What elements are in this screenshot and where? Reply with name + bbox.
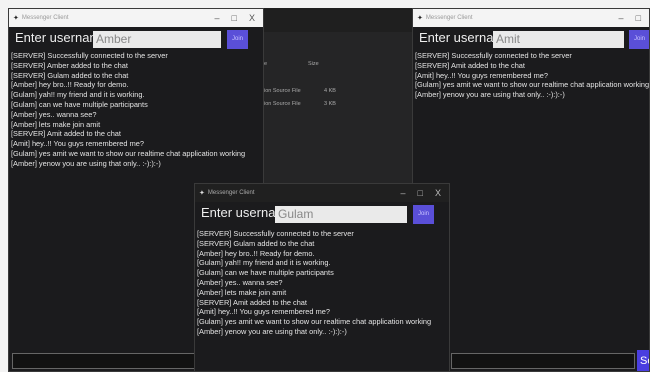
chat-message: [SERVER] Gulam added to the chat (197, 238, 315, 248)
maximize-button[interactable]: □ (418, 188, 423, 198)
chat-message: [Amber] yes.. wanna see? (11, 109, 97, 119)
window-titlebar[interactable]: ✦ Messenger Client – □ X (9, 9, 263, 27)
chat-message: [SERVER] Amber added to the chat (11, 60, 128, 70)
explorer-row-type[interactable]: ion Source File (264, 101, 301, 107)
chat-message: [Gulam] yah!! my friend and it is workin… (197, 258, 331, 268)
chat-message: [Gulam] yes amit we want to show our rea… (197, 317, 432, 327)
explorer-row-size[interactable]: 3 KB (324, 101, 336, 107)
close-button[interactable]: X (435, 188, 441, 198)
maximize-button[interactable]: □ (636, 13, 641, 23)
explorer-row-size[interactable]: 4 KB (324, 88, 336, 94)
chat-message: [Amber] lets make join amit (197, 287, 287, 297)
window-title: Messenger Client (21, 15, 69, 21)
join-button[interactable]: Join (629, 30, 649, 49)
chat-message: [Amber] hey bro..!! Ready for demo. (11, 80, 129, 90)
window-title: Messenger Client (207, 190, 255, 196)
username-input[interactable]: Amber (93, 31, 221, 48)
username-row: Enter username: Gulam Join (195, 202, 449, 228)
chat-message: [SERVER] Amit added to the chat (415, 60, 525, 70)
app-feather-icon: ✦ (417, 15, 423, 22)
maximize-button[interactable]: □ (232, 13, 237, 23)
send-button[interactable]: Se (637, 350, 649, 371)
chat-message: [SERVER] Successfully connected to the s… (415, 51, 572, 60)
chat-message: [SERVER] Amit added to the chat (197, 297, 307, 307)
chat-message: [Amber] yenow you are using that only.. … (11, 158, 161, 168)
close-button[interactable]: X (249, 13, 255, 23)
chat-message: [SERVER] Successfully connected to the s… (11, 51, 168, 60)
app-feather-icon: ✦ (13, 15, 19, 22)
app-feather-icon: ✦ (199, 190, 205, 197)
chat-message: [Gulam] yes amit we want to show our rea… (11, 148, 246, 158)
chat-message: [Gulam] can we have multiple participant… (197, 268, 334, 278)
explorer-header-type: e (264, 61, 268, 67)
chat-message: [Amber] yes.. wanna see? (197, 277, 283, 287)
minimize-button[interactable]: – (215, 13, 220, 23)
chat-log: [SERVER] Successfully connected to the s… (197, 229, 431, 337)
join-button[interactable]: Join (227, 30, 248, 49)
username-row: Enter username: Amber Join (9, 27, 263, 53)
file-explorer-background: e Size ion Source File 4 KB ion Source F… (262, 8, 412, 183)
window-titlebar[interactable]: ✦ Messenger Client – □ X (195, 184, 449, 202)
explorer-row-type[interactable]: ion Source File (264, 88, 301, 94)
chat-message: [Amber] yenow you are using that only.. … (415, 90, 565, 100)
username-input[interactable]: Gulam (275, 206, 407, 223)
chat-message: [Gulam] yes amit we want to show our rea… (415, 80, 650, 90)
explorer-toolbar (262, 8, 412, 32)
chat-message: [Amit] hey..!! You guys remembered me? (197, 307, 330, 317)
chat-message: [Amit] hey..!! You guys remembered me? (415, 70, 548, 80)
username-row: Enter username: Amit Join (413, 27, 649, 53)
chat-message: [Amber] yenow you are using that only.. … (197, 326, 347, 336)
window-title: Messenger Client (425, 15, 473, 21)
message-input[interactable] (451, 353, 635, 369)
chat-message: [SERVER] Amit added to the chat (11, 129, 121, 139)
explorer-header-size: Size (308, 61, 319, 67)
chat-message: [SERVER] Gulam added to the chat (11, 70, 129, 80)
window-titlebar[interactable]: ✦ Messenger Client – □ (413, 9, 649, 27)
chat-message: [SERVER] Successfully connected to the s… (197, 229, 354, 238)
username-input[interactable]: Amit (493, 31, 624, 48)
join-button[interactable]: Join (413, 205, 434, 224)
chat-log: [SERVER] Successfully connected to the s… (415, 51, 649, 100)
chat-message: [Amber] lets make join amit (11, 119, 101, 129)
chat-window-gulam: ✦ Messenger Client – □ X Enter username:… (194, 183, 450, 372)
chat-message: [Amber] hey bro..!! Ready for demo. (197, 248, 315, 258)
chat-message: [Gulam] can we have multiple participant… (11, 99, 148, 109)
minimize-button[interactable]: – (619, 13, 624, 23)
chat-log: [SERVER] Successfully connected to the s… (11, 51, 245, 169)
chat-message: [Amit] hey..!! You guys remembered me? (11, 139, 144, 149)
minimize-button[interactable]: – (401, 188, 406, 198)
chat-message: [Gulam] yah!! my friend and it is workin… (11, 90, 145, 100)
